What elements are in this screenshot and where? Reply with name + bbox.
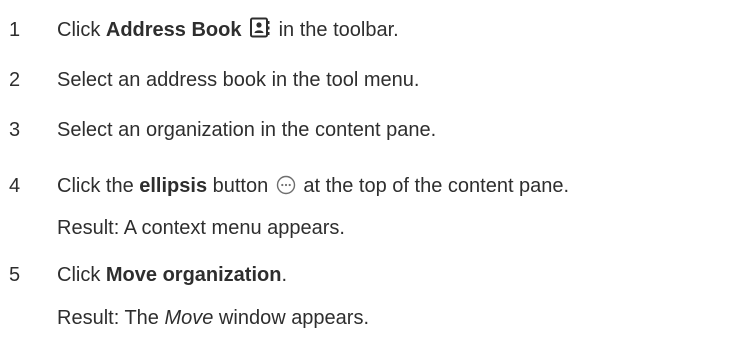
step-number: 4 bbox=[9, 175, 21, 197]
result-text-pre: Result: The bbox=[57, 307, 165, 329]
step-text-pre: Click the bbox=[57, 175, 140, 197]
step-number: 5 bbox=[9, 264, 21, 286]
step-text-post: at the top of the content pane. bbox=[297, 175, 570, 197]
step-text-mid: button bbox=[207, 175, 274, 197]
step-text: Select an address book in the tool menu. bbox=[57, 69, 420, 91]
step-bold-term: ellipsis bbox=[139, 175, 208, 197]
step-number: 2 bbox=[9, 69, 21, 91]
step-text-pre: Click bbox=[57, 19, 106, 41]
result-window-name: Move bbox=[164, 307, 214, 329]
step-bold-term: Move organization bbox=[105, 264, 282, 286]
address-book-icon bbox=[249, 17, 271, 47]
step-text-pre: Click bbox=[57, 264, 106, 286]
step-text: Click Move organization. bbox=[57, 261, 287, 289]
ellipsis-icon bbox=[276, 175, 296, 203]
step-bold-term: Address Book bbox=[105, 19, 242, 41]
result-text-post: window appears. bbox=[213, 307, 370, 329]
step-text-post: in the toolbar. bbox=[273, 19, 399, 41]
step-number: 3 bbox=[9, 119, 21, 141]
step-4-result: Result: A context menu appears. bbox=[57, 217, 345, 239]
step-number: 1 bbox=[9, 19, 21, 41]
step-text: Click Address Book in the toolbar. bbox=[57, 16, 399, 47]
step-text: Click the ellipsis button at the top of … bbox=[57, 172, 569, 203]
step-text-post: . bbox=[281, 264, 288, 286]
step-5-result: Result: The Move window appears. bbox=[57, 304, 369, 332]
step-text: Select an organization in the content pa… bbox=[57, 119, 437, 141]
